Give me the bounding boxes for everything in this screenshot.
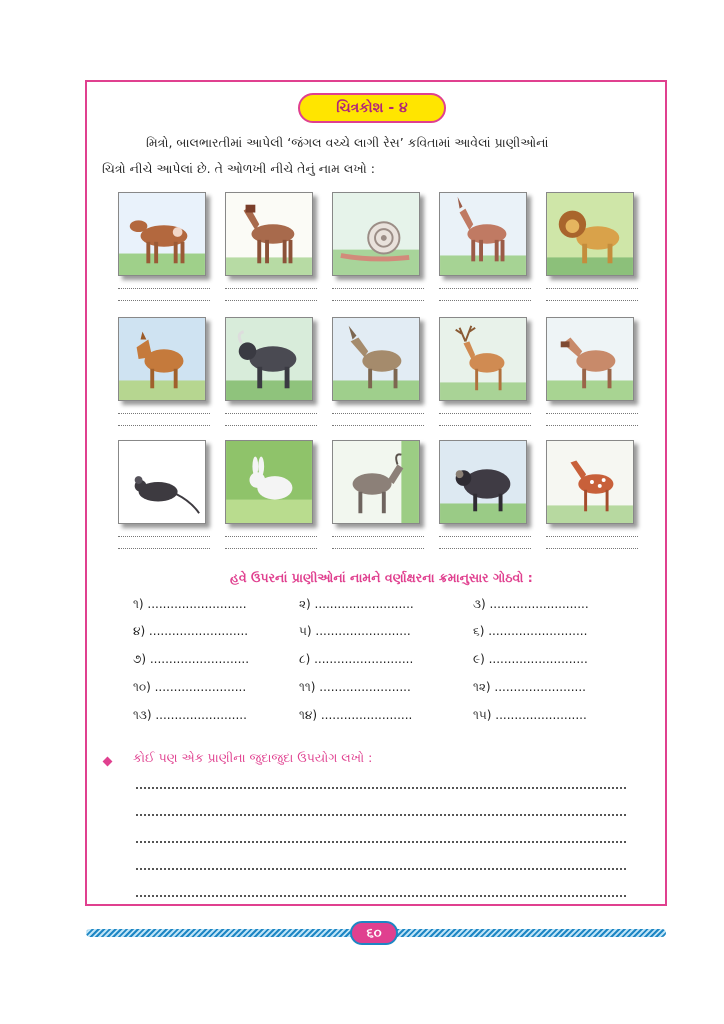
horse-icon [546,317,634,401]
answer-line[interactable] [118,300,210,302]
answer-line[interactable] [332,288,424,290]
answer-line[interactable] [118,548,210,550]
wolf-icon [118,317,206,401]
list-item[interactable]: ૨) .......................... [299,597,414,612]
writing-line[interactable] [136,868,626,871]
list-item[interactable]: ૧૫) ........................ [473,708,587,723]
list-item[interactable]: ૩) .......................... [473,597,589,612]
instructions-line-2: ચિત્રો નીચે આપેલાં છે. તે ઓળખી નીચે તેનુ… [102,161,375,176]
answer-line[interactable] [332,548,424,550]
answer-line[interactable] [332,413,424,415]
worksheet-title: ચિત્રકોશ - ૪ [298,93,446,123]
sheep-icon [439,440,527,524]
list-item[interactable]: ૧૪) ........................ [299,708,412,723]
page-number: ૬૦ [350,921,398,945]
yak-icon [225,317,313,401]
deer-icon [439,317,527,401]
rabbit-icon [225,440,313,524]
writing-line[interactable] [136,787,626,790]
cow-icon [118,192,206,276]
list-item[interactable]: ૫) ......................... [299,624,411,639]
answer-line[interactable] [439,288,531,290]
answer-line[interactable] [118,413,210,415]
answer-line[interactable] [225,300,317,302]
answer-line[interactable] [546,548,638,550]
list-item[interactable]: ૧૨) ........................ [473,680,586,695]
writing-line[interactable] [136,895,626,898]
list-item[interactable]: ૭) .......................... [133,652,249,667]
ordering-instruction: હવે ઉપરનાં પ્રાણીઓનાં નામને વર્ણાક્ષરના … [230,570,533,585]
answer-line[interactable] [439,548,531,550]
deer-icon [546,440,634,524]
list-item[interactable]: ૮) .......................... [299,652,413,667]
answer-line[interactable] [439,536,531,538]
answer-line[interactable] [225,536,317,538]
answer-line[interactable] [332,300,424,302]
donkey-icon [439,192,527,276]
answer-line[interactable] [439,425,531,427]
answer-line[interactable] [225,288,317,290]
answer-line[interactable] [439,413,531,415]
answer-line[interactable] [546,536,638,538]
list-item[interactable]: ૧૧) ........................ [299,680,411,695]
snail-icon [332,192,420,276]
goat-icon [332,440,420,524]
answer-line[interactable] [439,300,531,302]
list-item[interactable]: ૧૩) ........................ [133,708,247,723]
instructions: મિત્રો, બાલભારતીમાં આપેલી ‘જંગલ વચ્ચે લા… [102,130,654,182]
writing-line[interactable] [136,841,626,844]
donkey-icon [332,317,420,401]
list-item[interactable]: ૧) .......................... [133,597,247,612]
instructions-line-1: મિત્રો, બાલભારતીમાં આપેલી ‘જંગલ વચ્ચે લા… [146,135,549,150]
list-item[interactable]: ૯) .......................... [473,652,588,667]
answer-line[interactable] [225,425,317,427]
list-item[interactable]: ૪) .......................... [133,624,248,639]
usage-question: કોઈ પણ એક પ્રાણીના જુદાજુદા ઉપયોગ લખો : [133,750,373,765]
answer-line[interactable] [546,288,638,290]
list-item[interactable]: ૬) .......................... [473,624,587,639]
answer-line[interactable] [118,425,210,427]
list-item[interactable]: ૧૦) ........................ [133,680,246,695]
answer-line[interactable] [225,413,317,415]
answer-line[interactable] [546,425,638,427]
answer-line[interactable] [546,300,638,302]
answer-line[interactable] [332,536,424,538]
answer-line[interactable] [546,413,638,415]
answer-line[interactable] [118,536,210,538]
writing-line[interactable] [136,814,626,817]
answer-line[interactable] [225,548,317,550]
mouse-icon [118,440,206,524]
lion-icon [546,192,634,276]
answer-line[interactable] [332,425,424,427]
answer-line[interactable] [118,288,210,290]
horse-icon [225,192,313,276]
